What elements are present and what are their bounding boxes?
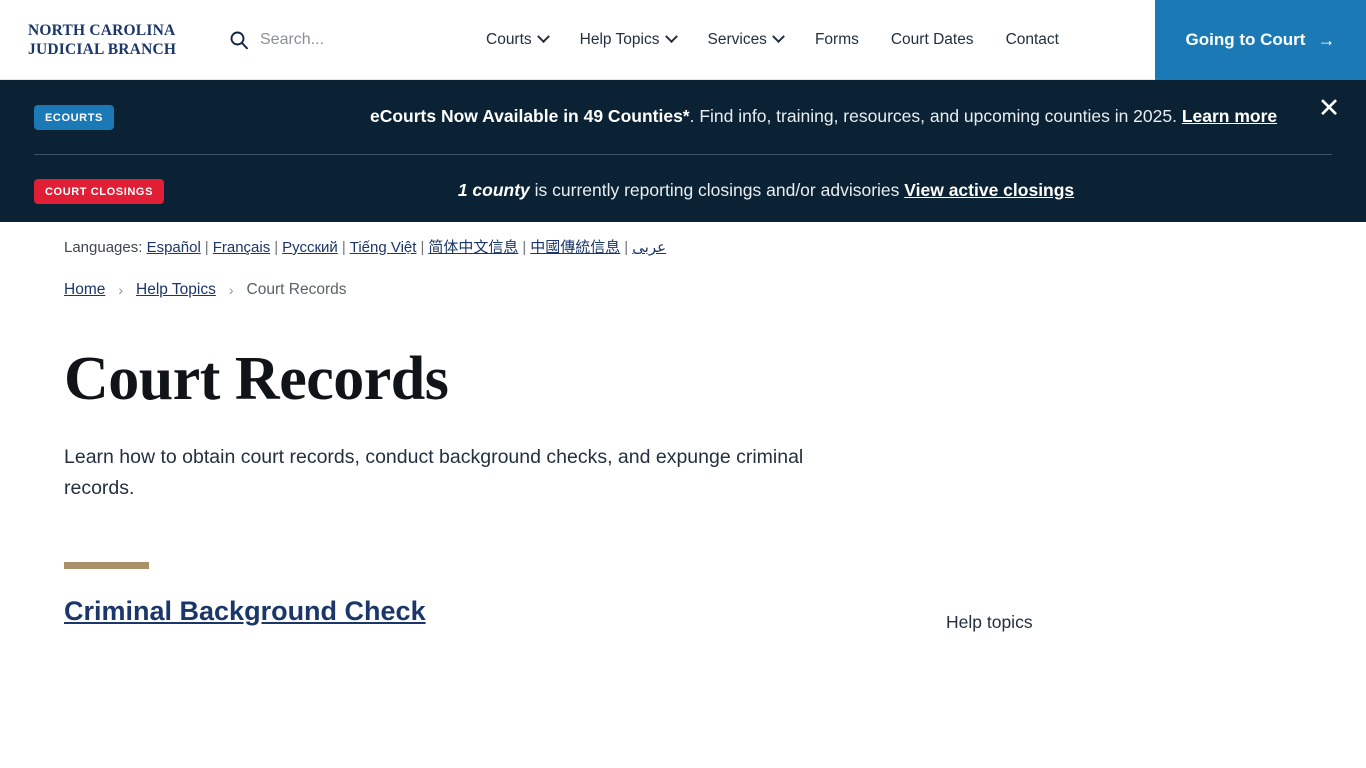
nav-label-services: Services [707, 30, 767, 48]
page-title: Court Records [64, 345, 449, 413]
ecourts-badge-column: ECOURTS [34, 102, 370, 130]
ecourts-alert-row: ECOURTS eCourts Now Available in 49 Coun… [0, 102, 1366, 131]
nav-label-forms: Forms [814, 30, 859, 48]
language-separator: | [341, 239, 346, 256]
help-topics-sidebar: Help topics [946, 562, 1302, 633]
court-closings-badge[interactable]: COURT CLOSINGS [34, 179, 165, 204]
site-logo[interactable]: NORTH CAROLINA JUDICIAL BRANCH [28, 21, 198, 59]
nav-item-help-topics[interactable]: Help Topics [579, 0, 678, 80]
nav-label-contact: Contact [1005, 30, 1059, 48]
chevron-down-icon [664, 30, 678, 44]
nav-item-services[interactable]: Services [707, 0, 785, 80]
languages-label: Languages: [64, 239, 143, 256]
breadcrumb: Home › Help Topics › Court Records [0, 257, 1366, 299]
closings-body: is currently reporting closings and/or a… [529, 179, 905, 200]
closings-count: 1 county [457, 179, 530, 200]
site-header: NORTH CAROLINA JUDICIAL BRANCH Courts He… [0, 0, 1366, 80]
main-navigation: Courts Help Topics Services Forms Court … [486, 0, 1059, 80]
arrow-right-icon: → [1317, 30, 1336, 50]
logo-line-1: NORTH CAROLINA [28, 21, 176, 39]
closings-badge-column: COURT CLOSINGS [34, 176, 370, 204]
language-link-ar[interactable]: عربى [632, 239, 666, 256]
going-to-court-button[interactable]: Going to Court → [1155, 0, 1366, 80]
breadcrumb-item-home[interactable]: Home [64, 281, 105, 299]
breadcrumb-item-help-topics[interactable]: Help Topics [136, 281, 216, 299]
logo-line-2: JUDICIAL BRANCH [28, 40, 177, 58]
page-description: Learn how to obtain court records, condu… [64, 446, 804, 500]
language-link-fr[interactable]: Français [213, 239, 271, 256]
breadcrumb-item-current: Court Records [246, 281, 347, 298]
chevron-down-icon [536, 30, 550, 44]
language-link-zh-hans[interactable]: 简体中文信息 [428, 239, 518, 256]
search-input[interactable] [260, 24, 460, 55]
search-bar [228, 20, 460, 60]
chevron-down-icon [772, 30, 785, 44]
view-active-closings-link[interactable]: View active closings [904, 180, 1074, 200]
breadcrumb-separator: › [228, 282, 234, 298]
alert-banner-region: ✕ ECOURTS eCourts Now Available in 49 Co… [0, 80, 1366, 222]
language-separator: | [624, 239, 629, 256]
banner-divider [34, 154, 1332, 155]
ecourts-badge[interactable]: ECOURTS [34, 105, 114, 130]
help-topics-title: Help topics [946, 612, 1033, 633]
search-icon[interactable] [228, 29, 250, 51]
content-primary-column: Criminal Background Check [64, 562, 946, 627]
language-bar: Languages: Español | Français | Русский | Tiến… [0, 222, 1366, 257]
criminal-background-check-link[interactable]: Criminal Background Check [64, 596, 426, 627]
language-separator: | [522, 239, 527, 256]
nav-item-courts[interactable]: Courts [486, 0, 550, 80]
section-accent-bar [64, 562, 149, 570]
content-columns: Criminal Background Check Help topics [64, 562, 1302, 633]
language-separator: | [204, 239, 209, 256]
court-closings-alert-row: COURT CLOSINGS 1 county is currently rep… [0, 176, 1366, 204]
ecourts-learn-more-link[interactable]: Learn more [1182, 106, 1277, 126]
nav-label-court-dates: Court Dates [890, 30, 974, 48]
breadcrumb-separator: › [118, 282, 124, 298]
nav-label-courts: Courts [486, 30, 532, 48]
language-separator: | [420, 239, 425, 256]
language-separator: | [274, 239, 279, 256]
language-link-zh-hant[interactable]: 中國傳統信息 [530, 239, 620, 256]
language-link-es[interactable]: Español [147, 239, 201, 256]
ecourts-headline: eCourts Now Available in 49 Counties* [370, 106, 690, 126]
nav-item-contact[interactable]: Contact [1006, 0, 1059, 80]
nav-label-help-topics: Help Topics [579, 30, 660, 48]
nav-item-court-dates[interactable]: Court Dates [891, 0, 974, 80]
close-icon[interactable]: ✕ [1314, 94, 1344, 124]
language-link-vi[interactable]: Tiếng Việt [350, 239, 417, 256]
main-content: Court Records Learn how to obtain court … [0, 345, 1366, 633]
nav-item-forms[interactable]: Forms [815, 0, 859, 80]
court-closings-text: 1 county is currently reporting closings… [370, 180, 1332, 201]
ecourts-alert-text: eCourts Now Available in 49 Counties*. F… [370, 102, 1332, 131]
ecourts-body: . Find info, training, resources, and up… [689, 106, 1182, 126]
going-to-court-label: Going to Court [1185, 30, 1306, 49]
language-link-ru[interactable]: Русский [282, 239, 338, 256]
